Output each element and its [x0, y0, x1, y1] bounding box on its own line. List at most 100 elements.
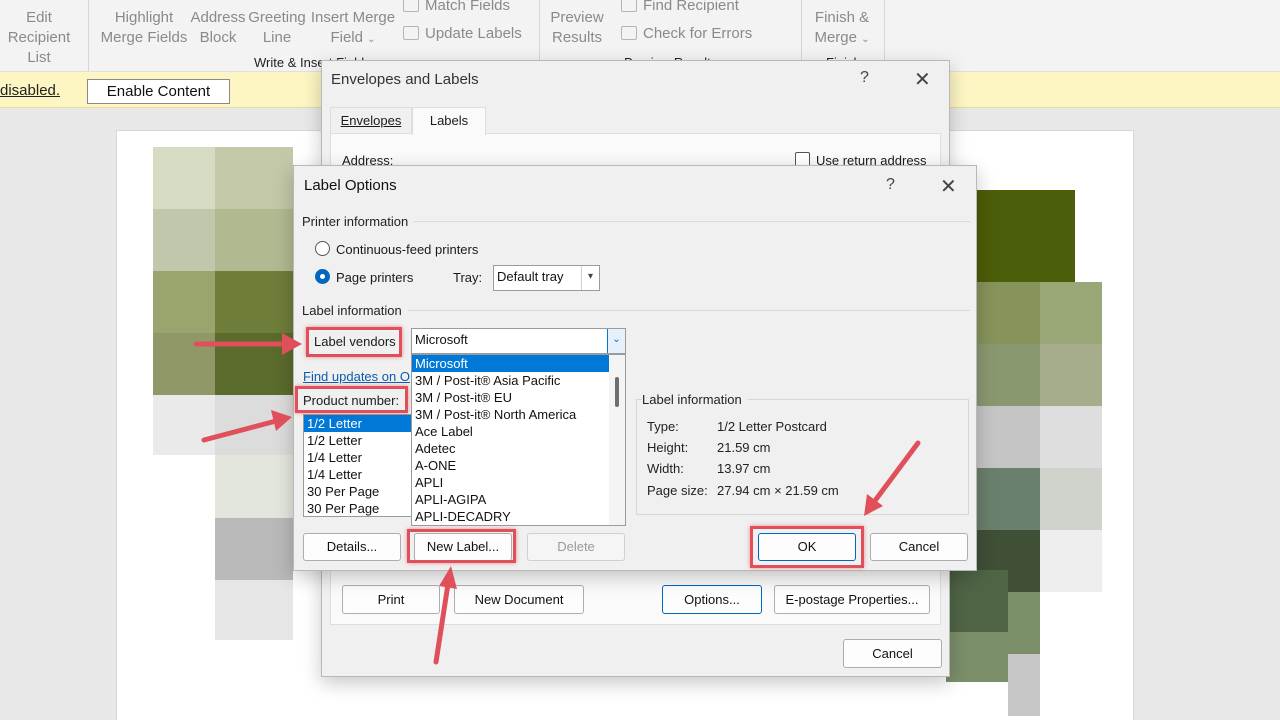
label-vendors-select[interactable]: Microsoft ⌄	[411, 328, 626, 354]
help-icon[interactable]: ?	[886, 176, 895, 194]
match-fields-icon	[403, 0, 419, 12]
delete-button[interactable]: Delete	[527, 533, 625, 561]
ribbon-separator	[88, 0, 89, 71]
edit-recipient-list-line1: Edit	[26, 9, 52, 26]
info-page-size-label: Page size:	[647, 483, 708, 498]
edit-recipient-list-button[interactable]: Edit Recipient List	[0, 8, 82, 68]
highlight-label-vendors	[306, 327, 402, 357]
page-printers-label: Page printers	[336, 270, 414, 285]
highlight-ok-button	[750, 526, 864, 568]
update-labels-button[interactable]: Update Labels	[403, 24, 522, 44]
scrollbar-thumb[interactable]	[615, 377, 619, 407]
highlight-line1: Highlight	[114, 9, 174, 26]
insert-merge-field-line1: Insert Merge	[310, 9, 396, 26]
preview-results-line2: Results	[551, 29, 603, 46]
list-item[interactable]: A-ONE	[412, 457, 625, 474]
envelopes-cancel-button[interactable]: Cancel	[843, 639, 942, 668]
vertical-scrollbar[interactable]	[609, 355, 625, 525]
check-errors-icon	[621, 26, 637, 40]
match-fields-button[interactable]: Match Fields	[403, 0, 510, 16]
finish-merge-button[interactable]: Finish & Merge ⌄	[808, 8, 876, 50]
group-divider	[406, 310, 970, 311]
finish-merge-line1: Finish &	[814, 9, 870, 26]
help-icon[interactable]: ?	[860, 69, 869, 87]
address-block-button[interactable]: Address Block	[188, 8, 248, 48]
new-document-button[interactable]: New Document	[454, 585, 584, 614]
print-button-label: Print	[377, 592, 405, 607]
page-printers-radio[interactable]	[315, 269, 330, 284]
details-button[interactable]: Details...	[303, 533, 401, 561]
list-item[interactable]: Adetec	[412, 440, 625, 457]
chevron-down-icon[interactable]: ⌄	[607, 329, 625, 353]
address-block-line1: Address	[190, 9, 246, 26]
highlight-line2: Merge Fields	[100, 29, 188, 46]
list-item[interactable]: APLI-DECADRY	[412, 508, 625, 525]
close-icon[interactable]: ✕	[914, 67, 931, 92]
info-height-value: 21.59 cm	[717, 440, 771, 455]
info-page-size-value: 27.94 cm × 21.59 cm	[717, 483, 839, 498]
find-updates-link[interactable]: Find updates on O	[303, 369, 410, 384]
product-number-list[interactable]: 1/2 Letter 1/2 Letter 1/4 Letter 1/4 Let…	[303, 414, 413, 517]
finish-merge-line2: Merge	[814, 29, 857, 46]
list-item[interactable]: Ace Label	[412, 423, 625, 440]
list-item[interactable]: 3M / Post-it® Asia Pacific	[412, 372, 625, 389]
info-type-label: Type:	[647, 419, 679, 434]
update-labels-label: Update Labels	[425, 25, 522, 42]
new-document-label: New Document	[474, 592, 564, 607]
info-type-value: 1/2 Letter Postcard	[717, 419, 827, 434]
label-information-heading: Label information	[302, 303, 408, 318]
highlight-product-number	[295, 386, 408, 413]
tab-labels-label: Labels	[429, 113, 469, 128]
edit-recipient-list-line2: Recipient List	[7, 29, 71, 66]
check-errors-label: Check for Errors	[643, 25, 753, 42]
tab-envelopes-label: Envelopes	[340, 113, 402, 128]
printer-information-heading: Printer information	[302, 214, 415, 229]
tray-value: Default tray	[497, 269, 564, 284]
tab-labels[interactable]: Labels	[412, 107, 486, 135]
list-item[interactable]: 1/4 Letter	[304, 466, 412, 483]
message-text[interactable]: disabled.	[0, 82, 60, 99]
list-item[interactable]: Microsoft	[412, 355, 625, 372]
group-divider	[414, 221, 970, 222]
greeting-line-button[interactable]: Greeting Line	[246, 8, 308, 48]
chevron-down-icon: ▾	[581, 266, 599, 290]
options-button[interactable]: Options...	[662, 585, 762, 614]
check-errors-button[interactable]: Check for Errors	[621, 24, 752, 44]
info-height-label: Height:	[647, 440, 689, 455]
list-item[interactable]: 3M / Post-it® EU	[412, 389, 625, 406]
tab-envelopes[interactable]: Envelopes	[330, 107, 412, 134]
cancel-button[interactable]: Cancel	[870, 533, 968, 561]
label-info-box-title: Label information	[642, 392, 748, 407]
info-width-value: 13.97 cm	[717, 461, 771, 476]
highlight-new-label	[407, 529, 516, 563]
tray-select[interactable]: Default tray ▾	[493, 265, 600, 291]
find-recipient-button[interactable]: Find Recipient	[621, 0, 739, 16]
label-options-dialog: Label Options ? ✕ Printer information Co…	[293, 165, 977, 571]
epostage-properties-button[interactable]: E-postage Properties...	[774, 585, 930, 614]
tray-label: Tray:	[453, 270, 483, 285]
search-icon	[621, 0, 637, 12]
highlight-merge-fields-button[interactable]: Highlight Merge Fields	[98, 8, 190, 48]
list-item[interactable]: 1/4 Letter	[304, 449, 412, 466]
list-item[interactable]: APLI	[412, 474, 625, 491]
envelopes-dialog-title: Envelopes and Labels	[331, 71, 479, 88]
print-button[interactable]: Print	[342, 585, 440, 614]
list-item[interactable]: 30 Per Page	[304, 483, 412, 500]
preview-results-line1: Preview	[550, 9, 604, 26]
close-icon[interactable]: ✕	[940, 174, 957, 199]
list-item[interactable]: APLI-AGIPA	[412, 491, 625, 508]
list-item[interactable]: 30 Per Page	[304, 500, 412, 516]
list-item[interactable]: 1/2 Letter	[304, 432, 412, 449]
insert-merge-field-button[interactable]: Insert Merge Field ⌄	[308, 8, 398, 50]
options-button-label: Options...	[684, 592, 740, 607]
enable-content-button[interactable]: Enable Content	[87, 79, 230, 104]
greeting-line-line1: Greeting	[248, 9, 306, 26]
insert-merge-field-line2: Field	[330, 29, 363, 46]
chevron-down-icon: ⌄	[861, 34, 870, 45]
vendor-dropdown-list[interactable]: Microsoft 3M / Post-it® Asia Pacific 3M …	[411, 354, 626, 526]
continuous-feed-radio[interactable]	[315, 241, 330, 256]
list-item[interactable]: 1/2 Letter	[304, 415, 412, 432]
info-width-label: Width:	[647, 461, 684, 476]
list-item[interactable]: 3M / Post-it® North America	[412, 406, 625, 423]
preview-results-button[interactable]: Preview Results	[544, 8, 610, 48]
